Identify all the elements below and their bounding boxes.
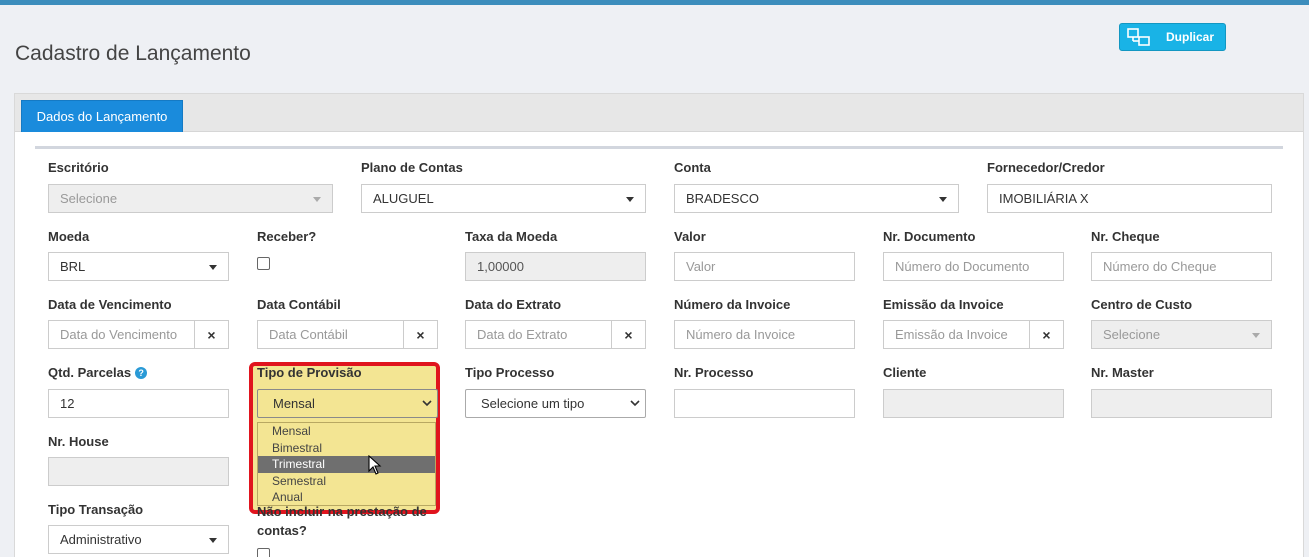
nr-documento-label: Nr. Documento: [883, 229, 976, 244]
emissao-input[interactable]: Emissão da Invoice ×: [883, 320, 1064, 349]
chevron-down-icon: [1252, 333, 1260, 338]
clear-icon[interactable]: ×: [194, 321, 228, 348]
tipo-processo-label: Tipo Processo: [465, 365, 555, 380]
page-title: Cadastro de Lançamento: [15, 42, 251, 65]
chevron-down-icon: [209, 265, 217, 270]
nao-incluir-checkbox[interactable]: [257, 548, 270, 557]
moeda-select[interactable]: BRL: [48, 252, 229, 281]
escritorio-select: Selecione: [48, 184, 333, 213]
centro-custo-label: Centro de Custo: [1091, 297, 1193, 312]
nr-house-input: [48, 457, 229, 486]
fornecedor-input[interactable]: IMOBILIÁRIA X: [987, 184, 1272, 213]
vencimento-input[interactable]: Data do Vencimento ×: [48, 320, 229, 349]
centro-custo-value: Selecione: [1103, 327, 1161, 342]
cliente-label: Cliente: [883, 365, 927, 380]
centro-custo-select: Selecione: [1091, 320, 1272, 349]
emissao-placeholder: Emissão da Invoice: [895, 327, 1008, 342]
chevron-down-icon: [626, 197, 634, 202]
provisao-option-anual[interactable]: Anual: [258, 489, 435, 505]
help-icon[interactable]: ?: [135, 367, 148, 379]
taxa-moeda-label: Taxa da Moeda: [465, 229, 558, 244]
invoice-label: Número da Invoice: [674, 297, 791, 312]
duplicate-button[interactable]: Duplicar: [1119, 23, 1226, 51]
tipo-processo-value: Selecione um tipo: [481, 396, 585, 411]
valor-input[interactable]: Valor: [674, 252, 855, 281]
extrato-input[interactable]: Data do Extrato ×: [465, 320, 646, 349]
cliente-input: [883, 389, 1064, 418]
tab-bar: Dados do Lançamento: [15, 94, 1303, 132]
taxa-moeda-value: 1,00000: [477, 259, 524, 274]
duplicate-icon: [1126, 27, 1152, 47]
conta-select[interactable]: BRADESCO: [674, 184, 959, 213]
provisao-option-semestral[interactable]: Semestral: [258, 473, 435, 490]
conta-value: BRADESCO: [686, 191, 759, 206]
moeda-label: Moeda: [48, 229, 90, 244]
escritorio-value: Selecione: [60, 191, 118, 206]
vencimento-label: Data de Vencimento: [48, 297, 172, 312]
contabil-placeholder: Data Contábil: [269, 327, 348, 342]
plano-contas-value: ALUGUEL: [373, 191, 434, 206]
emissao-label: Emissão da Invoice: [883, 297, 1004, 312]
escritorio-label: Escritório: [48, 160, 109, 175]
taxa-moeda-input: 1,00000: [465, 252, 646, 281]
parcelas-value: 12: [60, 396, 75, 411]
parcelas-label-text: Qtd. Parcelas: [48, 365, 132, 380]
contabil-input[interactable]: Data Contábil ×: [257, 320, 438, 349]
tipo-transacao-select[interactable]: Administrativo: [48, 525, 229, 554]
conta-label: Conta: [674, 160, 711, 175]
receber-label: Receber?: [257, 229, 317, 244]
moeda-value: BRL: [60, 259, 86, 274]
extrato-label: Data do Extrato: [465, 297, 562, 312]
nr-master-label: Nr. Master: [1091, 365, 1154, 380]
clear-icon[interactable]: ×: [1029, 321, 1063, 348]
duplicate-button-label: Duplicar: [1166, 30, 1215, 44]
tipo-transacao-value: Administrativo: [60, 532, 142, 547]
parcelas-input[interactable]: 12: [48, 389, 229, 418]
mouse-cursor-icon: [368, 455, 382, 475]
receber-checkbox[interactable]: [257, 257, 270, 270]
provisao-label: Tipo de Provisão: [257, 365, 362, 380]
section-divider: [35, 146, 1283, 149]
tipo-transacao-label: Tipo Transação: [48, 502, 144, 517]
nr-processo-label: Nr. Processo: [674, 365, 754, 380]
plano-contas-select[interactable]: ALUGUEL: [361, 184, 646, 213]
clear-icon[interactable]: ×: [403, 321, 437, 348]
chevron-down-icon: [209, 538, 217, 543]
provisao-option-mensal[interactable]: Mensal: [258, 423, 435, 440]
invoice-placeholder: Número da Invoice: [686, 327, 796, 342]
chevron-down-icon: [939, 197, 947, 202]
nr-documento-input[interactable]: Número do Documento: [883, 252, 1064, 281]
provisao-option-trimestral[interactable]: Trimestral: [258, 456, 435, 473]
invoice-input[interactable]: Número da Invoice: [674, 320, 855, 349]
top-accent-bar: [0, 0, 1309, 5]
tipo-processo-select[interactable]: Selecione um tipo: [465, 389, 646, 418]
provisao-value: Mensal: [273, 396, 315, 411]
chevron-down-icon: [313, 197, 321, 202]
fornecedor-value: IMOBILIÁRIA X: [999, 191, 1089, 206]
provisao-option-bimestral[interactable]: Bimestral: [258, 440, 435, 457]
fornecedor-label: Fornecedor/Credor: [987, 160, 1105, 175]
nr-cheque-label: Nr. Cheque: [1091, 229, 1160, 244]
contabil-label: Data Contábil: [257, 297, 341, 312]
nr-master-input: [1091, 389, 1272, 418]
valor-label: Valor: [674, 229, 706, 244]
valor-placeholder: Valor: [686, 259, 716, 274]
provisao-select[interactable]: Mensal: [257, 389, 438, 418]
nao-incluir-label-line2: contas?: [257, 523, 307, 538]
tab-dados-lancamento[interactable]: Dados do Lançamento: [21, 100, 183, 132]
parcelas-label: Qtd. Parcelas?: [48, 365, 148, 380]
clear-icon[interactable]: ×: [611, 321, 645, 348]
nr-documento-placeholder: Número do Documento: [895, 259, 1030, 274]
nr-cheque-placeholder: Número do Cheque: [1103, 259, 1217, 274]
provisao-dropdown: Mensal Bimestral Trimestral Semestral An…: [257, 422, 436, 506]
extrato-placeholder: Data do Extrato: [477, 327, 568, 342]
plano-contas-label: Plano de Contas: [361, 160, 463, 175]
chevron-down-icon: [630, 400, 640, 407]
chevron-down-icon: [422, 400, 432, 407]
nr-processo-input[interactable]: [674, 389, 855, 418]
nr-house-label: Nr. House: [48, 434, 109, 449]
nr-cheque-input[interactable]: Número do Cheque: [1091, 252, 1272, 281]
vencimento-placeholder: Data do Vencimento: [60, 327, 178, 342]
nao-incluir-label: Não incluir na prestação de contas?: [257, 502, 427, 540]
